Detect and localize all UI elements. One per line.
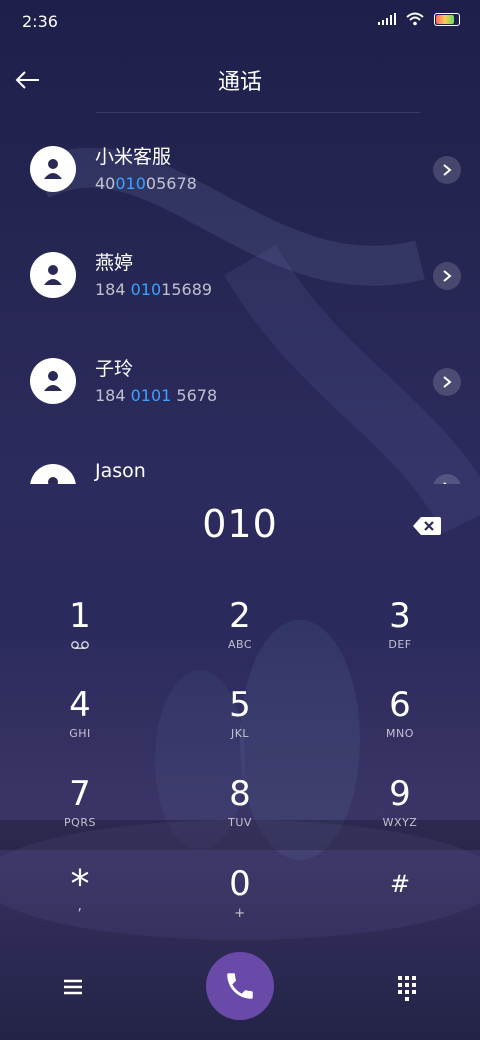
person-icon [44,159,62,179]
dialpad-icon [398,976,416,1001]
contact-detail-button[interactable] [433,368,461,396]
header-divider [96,112,420,113]
contact-detail-button[interactable] [433,262,461,290]
contact-name: 子玲 [95,358,134,380]
contact-name: 小米客服 [95,146,172,168]
header: 通话 [0,50,480,110]
avatar [30,146,76,192]
page-title: 通话 [217,70,262,95]
contact-row[interactable]: 小米客服 4001005678 [0,130,480,220]
contact-number: 4001005678 [95,174,197,193]
contact-detail-button[interactable] [433,474,461,484]
voicemail-icon [71,641,89,649]
key-8[interactable]: 8 TUV [180,774,300,854]
phone-icon [227,973,253,999]
key-5[interactable]: 5 JKL [180,685,300,765]
backspace-button[interactable] [412,514,442,538]
key-2[interactable]: 2 ABC [180,596,300,676]
avatar [30,358,76,404]
contact-name: Jason [95,460,146,482]
contact-name: 燕婷 [95,252,134,274]
key-hash[interactable]: # [340,864,460,944]
key-3[interactable]: 3 DEF [340,596,460,676]
status-bar: 2:36 [0,0,480,44]
person-icon [48,477,58,484]
contact-number: 184 01015689 [95,280,213,299]
contact-detail-button[interactable] [433,156,461,184]
status-time: 2:36 [22,12,58,31]
status-icons [378,12,460,26]
avatar [30,252,76,298]
contact-number: 184 0101 5678 [95,386,218,405]
wifi-icon [406,12,424,26]
dial-input[interactable]: 010 [0,502,480,546]
avatar [30,464,76,484]
backspace-icon [413,517,441,535]
key-0[interactable]: 0 + [180,864,300,944]
chevron-right-icon [443,376,452,388]
contact-row[interactable]: Jason [0,448,480,484]
battery-icon [434,12,460,26]
call-button[interactable] [206,952,274,1020]
key-1[interactable]: 1 [20,596,140,676]
chevron-right-icon [443,482,447,484]
dialpad-toggle-button[interactable] [392,972,422,1002]
chevron-right-icon [443,164,452,176]
key-7[interactable]: 7 PQRS [20,774,140,854]
bottom-bar [0,952,480,1022]
key-6[interactable]: 6 MNO [340,685,460,765]
key-9[interactable]: 9 WXYZ [340,774,460,854]
contact-row[interactable]: 燕婷 184 01015689 [0,236,480,326]
contact-row[interactable]: 子玲 184 0101 5678 [0,342,480,432]
signal-icon [378,13,396,25]
menu-button[interactable] [58,972,88,1002]
chevron-right-icon [443,270,452,282]
key-star[interactable]: * , [20,864,140,944]
menu-icon [64,979,82,995]
key-4[interactable]: 4 GHI [20,685,140,765]
person-icon [44,371,62,391]
contact-list: 小米客服 4001005678 燕婷 184 01015689 子玲 184 0… [0,130,480,484]
person-icon [44,265,62,285]
